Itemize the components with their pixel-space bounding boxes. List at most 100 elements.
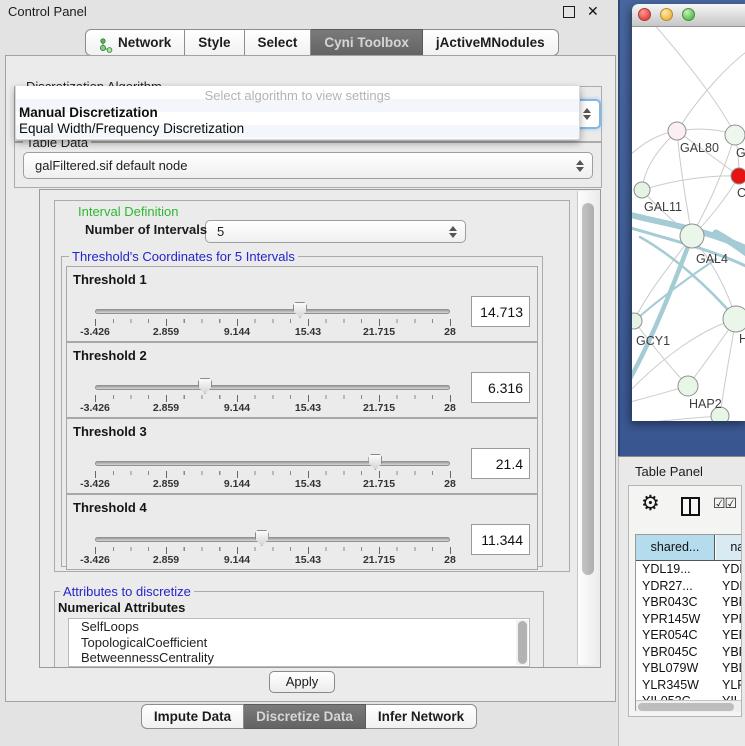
threshold-2-slider-track[interactable] xyxy=(95,385,450,390)
table-row[interactable]: YBL079W YBL0 xyxy=(636,660,742,677)
node-label-clipped-c: C xyxy=(737,186,745,200)
dropdown-prompt-item[interactable]: Select algorithm to view settings xyxy=(16,88,579,103)
threshold-3-label: Threshold 3 xyxy=(73,424,147,439)
network-canvas[interactable]: GAL80 GA C GAL11 GAL4 GCY1 H HAP2 xyxy=(632,27,745,421)
threshold-2-value-field[interactable]: 6.316 xyxy=(471,372,530,403)
apply-button[interactable]: Apply xyxy=(269,671,335,693)
tab-network-label: Network xyxy=(118,30,171,55)
tick-label: 28 xyxy=(444,326,456,338)
threshold-1-value-field[interactable]: 14.713 xyxy=(471,296,530,327)
scrollbar-thumb[interactable] xyxy=(582,203,594,575)
tab-jactivemnodules-label: jActiveMNodules xyxy=(436,30,545,55)
threshold-4-slider-thumb[interactable] xyxy=(255,530,269,546)
threshold-1-group: Threshold 1 -3.4262.8599.14415.4321.7152… xyxy=(66,266,538,342)
number-of-intervals-combo[interactable]: 5 xyxy=(205,220,466,243)
cell-name: YDR2 xyxy=(722,578,742,595)
combo-arrows-icon xyxy=(449,226,457,238)
table-row[interactable]: YBR045C YBR0 xyxy=(636,644,742,661)
attributes-legend: Attributes to discretize xyxy=(60,584,194,599)
tick-label: -3.426 xyxy=(80,554,110,566)
table-row[interactable]: YER054C YER0 xyxy=(636,627,742,644)
network-icon xyxy=(99,36,113,51)
tab-impute-data-label: Impute Data xyxy=(154,709,231,724)
table-data-combo[interactable]: galFiltered.sif default node xyxy=(23,152,593,179)
node-right-top[interactable] xyxy=(725,125,745,145)
network-view-window[interactable]: GAL80 GA C GAL11 GAL4 GCY1 H HAP2 xyxy=(632,4,745,421)
tab-style[interactable]: Style xyxy=(185,29,244,56)
table-row[interactable]: YIL052C YIL0 xyxy=(636,693,742,700)
float-window-icon[interactable] xyxy=(563,6,575,18)
column-header-name[interactable]: name xyxy=(716,535,742,560)
combo-arrows-icon xyxy=(583,108,591,120)
node-right-mid[interactable] xyxy=(723,306,745,332)
slider-major-ticks xyxy=(95,395,452,402)
control-panel: Control Panel ✕ Network Style Select C xyxy=(0,0,618,745)
table-row[interactable]: YDL19... YDL1 xyxy=(636,561,742,578)
threshold-1-slider-track[interactable] xyxy=(95,309,450,314)
dropdown-option-equal-width-frequency[interactable]: Equal Width/Frequency Discretization xyxy=(19,121,244,136)
threshold-2-label: Threshold 2 xyxy=(73,348,147,363)
columns-icon[interactable] xyxy=(681,497,700,516)
close-traffic-light-icon[interactable] xyxy=(638,8,651,21)
tab-jactivemnodules[interactable]: jActiveMNodules xyxy=(423,29,559,56)
settings-vertical-scrollbar[interactable] xyxy=(577,191,599,665)
tab-impute-data[interactable]: Impute Data xyxy=(141,704,244,729)
checkbox-icons[interactable]: ☑☑ xyxy=(713,495,736,512)
gear-icon[interactable]: ⚙ xyxy=(641,491,660,516)
node-label-gal80: GAL80 xyxy=(680,141,719,155)
attributes-list-scrollbar[interactable] xyxy=(516,620,528,665)
network-window-titlebar[interactable] xyxy=(632,4,745,27)
cell-shared-name: YBR043C xyxy=(642,594,698,611)
attribute-list-item[interactable]: BetweennessCentrality xyxy=(69,650,529,666)
table-row[interactable]: YLR345W YLR3 xyxy=(636,677,742,694)
scrollbar-thumb[interactable] xyxy=(638,703,734,711)
threshold-3-value-field[interactable]: 21.4 xyxy=(471,448,530,479)
cyni-toolbox-panel: Discretization Algorithm Select algorith… xyxy=(5,55,616,702)
cell-shared-name: YBL079W xyxy=(642,660,698,677)
attribute-list-item[interactable]: SelfLoops xyxy=(69,619,529,635)
tab-select[interactable]: Select xyxy=(245,29,312,56)
threshold-4-label: Threshold 4 xyxy=(73,500,147,515)
table-row[interactable]: YDR27... YDR2 xyxy=(636,578,742,595)
threshold-2-slider-thumb[interactable] xyxy=(198,378,212,394)
node-gal11[interactable] xyxy=(634,182,650,198)
attribute-list-item[interactable]: TopologicalCoefficient xyxy=(69,635,529,651)
threshold-3-slider-thumb[interactable] xyxy=(368,454,382,470)
cell-name: YLR3 xyxy=(722,677,742,694)
threshold-4-slider-track[interactable] xyxy=(95,537,450,542)
table-row[interactable]: YPR145W YPR1 xyxy=(636,611,742,628)
tab-network[interactable]: Network xyxy=(85,29,185,56)
dropdown-option-manual-discretization[interactable]: Manual Discretization xyxy=(19,105,158,120)
number-of-intervals-label: Number of Intervals xyxy=(85,222,207,237)
thresholds-legend: Threshold's Coordinates for 5 Intervals xyxy=(69,249,298,264)
threshold-4-group: Threshold 4 -3.4262.8599.14415.4321.7152… xyxy=(66,494,538,570)
slider-tick-labels: -3.4262.8599.14415.4321.71528 xyxy=(67,478,537,492)
tab-cyni-toolbox[interactable]: Cyni Toolbox xyxy=(311,29,423,56)
control-panel-titlebar: Control Panel ✕ xyxy=(0,0,618,22)
node-label-gal4: GAL4 xyxy=(696,252,728,266)
slider-major-ticks xyxy=(95,547,452,554)
table-data-combo-value: galFiltered.sif default node xyxy=(35,153,187,178)
tick-label: 28 xyxy=(444,478,456,490)
node-gal80[interactable] xyxy=(668,122,686,140)
node-hap2[interactable] xyxy=(678,376,698,396)
node-gal4[interactable] xyxy=(680,224,704,248)
column-header-shared-name[interactable]: shared... xyxy=(636,535,715,560)
threshold-1-slider-thumb[interactable] xyxy=(293,302,307,318)
settings-scroll-container: Number of Intervals 5 Threshold's Coordi… xyxy=(39,189,601,668)
table-row[interactable]: YBR043C YBR0 xyxy=(636,594,742,611)
threshold-3-slider-track[interactable] xyxy=(95,461,450,466)
zoom-traffic-light-icon[interactable] xyxy=(682,8,695,21)
tab-infer-network[interactable]: Infer Network xyxy=(366,704,477,729)
minimize-traffic-light-icon[interactable] xyxy=(660,8,673,21)
node-red-selected[interactable] xyxy=(731,168,745,184)
cell-shared-name: YLR345W xyxy=(642,677,699,694)
threshold-3-group: Threshold 3 -3.4262.8599.14415.4321.7152… xyxy=(66,418,538,494)
table-panel-box: ⚙ ☑☑ shared... name YDL19... YDL1 xyxy=(628,485,742,717)
close-icon[interactable]: ✕ xyxy=(587,3,599,20)
table-horizontal-scrollbar[interactable] xyxy=(636,700,742,712)
threshold-4-value-field[interactable]: 11.344 xyxy=(471,524,530,555)
attribute-items: SelfLoopsTopologicalCoefficientBetweenne… xyxy=(69,619,529,666)
slider-major-ticks xyxy=(95,319,452,326)
tab-discretize-data[interactable]: Discretize Data xyxy=(244,704,366,729)
